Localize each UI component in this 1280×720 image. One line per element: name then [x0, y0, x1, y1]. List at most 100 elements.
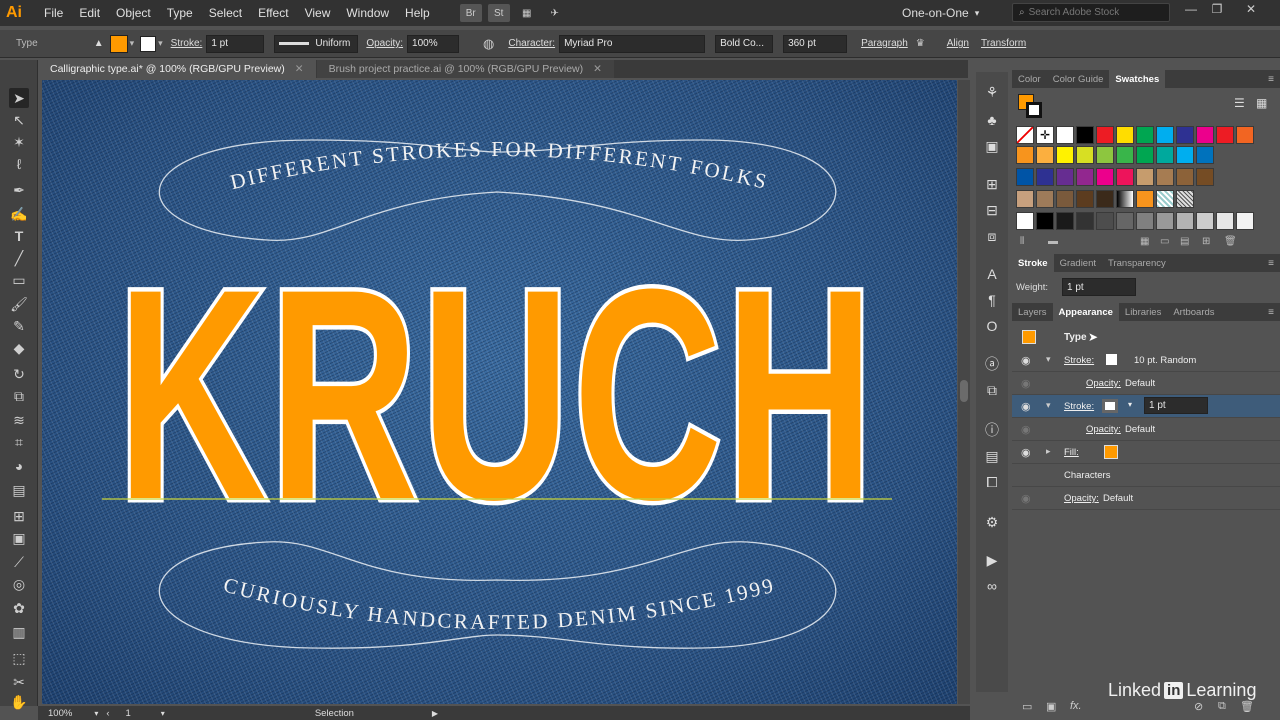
swatch[interactable]	[1116, 190, 1134, 208]
menu-help[interactable]: Help	[397, 6, 438, 20]
tab-transparency[interactable]: Transparency	[1102, 254, 1172, 272]
swatch[interactable]	[1056, 168, 1074, 186]
tab-stroke[interactable]: Stroke	[1012, 254, 1054, 272]
add-stroke-icon[interactable]: ▭	[1022, 700, 1032, 713]
tab-calligraphic-type[interactable]: Calligraphic type.ai* @ 100% (RGB/GPU Pr…	[38, 60, 316, 78]
line-tool-icon[interactable]: ╱	[9, 248, 29, 268]
shaper-tool-icon[interactable]: ✎	[9, 316, 29, 336]
rectangle-tool-icon[interactable]: ▭	[9, 270, 29, 290]
swatch[interactable]	[1156, 146, 1174, 164]
visibility-eye-icon[interactable]: ◉	[1021, 400, 1035, 413]
swatch[interactable]	[1136, 126, 1154, 144]
search-stock-field[interactable]: ⌕ Search Adobe Stock	[1012, 3, 1170, 22]
swatch[interactable]	[1096, 146, 1114, 164]
stroke-weight-field[interactable]: 1 pt	[206, 34, 265, 53]
swatch[interactable]	[1076, 126, 1094, 144]
chevron-down-icon[interactable]: ▾	[1046, 354, 1051, 365]
appearance-label[interactable]: Fill:	[1064, 447, 1079, 458]
prev-artboard-icon[interactable]: ‹	[106, 708, 109, 719]
width-tool-icon[interactable]: ≋	[9, 410, 29, 430]
selection-tool-icon[interactable]: ➤	[9, 88, 29, 108]
swatch[interactable]	[1136, 212, 1154, 230]
stroke-swatch-indicator[interactable]	[1026, 102, 1042, 118]
tab-color-guide[interactable]: Color Guide	[1047, 70, 1110, 88]
tab-brush-project[interactable]: Brush project practice.ai @ 100% (RGB/GP…	[316, 60, 614, 78]
close-icon[interactable]: ✕	[1240, 2, 1262, 20]
tab-libraries[interactable]: Libraries	[1119, 303, 1167, 321]
artboard-number[interactable]: 1	[126, 708, 131, 719]
appearance-row-stroke-2[interactable]: ◉ ▾ Stroke: ▾ 1 pt	[1012, 395, 1280, 418]
swatch[interactable]	[1076, 146, 1094, 164]
appearance-label[interactable]: Stroke:	[1064, 401, 1094, 412]
swatch[interactable]	[1216, 126, 1234, 144]
puppet-warp-icon[interactable]: ♛	[916, 38, 925, 49]
swatch[interactable]	[1056, 146, 1074, 164]
swatch[interactable]	[1176, 126, 1194, 144]
swatch[interactable]	[1136, 190, 1154, 208]
swatch[interactable]	[1036, 168, 1054, 186]
swatch[interactable]	[1176, 190, 1194, 208]
scale-tool-icon[interactable]: ⧉	[9, 386, 29, 406]
swatch[interactable]	[1016, 126, 1034, 144]
swatch[interactable]	[1196, 146, 1214, 164]
stroke-label[interactable]: Stroke:	[171, 38, 203, 49]
menu-effect[interactable]: Effect	[250, 6, 296, 20]
menu-window[interactable]: Window	[338, 6, 397, 20]
paragraph-label[interactable]: Paragraph	[861, 38, 908, 49]
actions-play-icon[interactable]: ▶	[982, 550, 1002, 570]
settings-icon[interactable]: ⚙	[982, 512, 1002, 532]
chevron-down-icon[interactable]: ▾	[130, 38, 135, 49]
trash-icon[interactable]: 🗑	[1240, 700, 1254, 713]
font-style-field[interactable]: Bold Co...	[715, 34, 774, 53]
chevron-down-icon[interactable]: ▾	[161, 709, 165, 718]
swatch[interactable]	[1116, 146, 1134, 164]
swatch[interactable]	[1076, 190, 1094, 208]
grid-view-icon[interactable]: ▦	[1256, 96, 1267, 110]
swatch[interactable]	[1216, 212, 1234, 230]
new-color-group-icon[interactable]: ▤	[1180, 236, 1189, 247]
visibility-eye-icon[interactable]: ◉	[1021, 377, 1035, 390]
swatch[interactable]	[1236, 212, 1254, 230]
opentype-icon[interactable]: O	[982, 316, 1002, 336]
swatch[interactable]	[1056, 126, 1074, 144]
swatch[interactable]	[1016, 212, 1034, 230]
font-family-field[interactable]: Myriad Pro	[559, 34, 706, 53]
tab-color[interactable]: Color	[1012, 70, 1047, 88]
opacity-field[interactable]: 100%	[407, 34, 460, 53]
direct-selection-tool-icon[interactable]: ↖	[9, 110, 29, 130]
swatch[interactable]	[1116, 126, 1134, 144]
swatch[interactable]	[1036, 212, 1054, 230]
close-icon[interactable]: ✕	[593, 63, 602, 75]
fill-swatch[interactable]	[109, 34, 128, 53]
swatch[interactable]	[1176, 212, 1194, 230]
swatch[interactable]	[1016, 146, 1034, 164]
asset-export-icon[interactable]: ⧉	[982, 380, 1002, 400]
swatch[interactable]	[1196, 126, 1214, 144]
appearance-label[interactable]: Opacity:	[1064, 493, 1099, 504]
swatch[interactable]	[1076, 212, 1094, 230]
appearance-row-opacity-1[interactable]: ◉ Opacity: Default	[1012, 372, 1280, 395]
arrange-documents-icon[interactable]: ▦	[516, 4, 538, 22]
swatch[interactable]	[1156, 126, 1174, 144]
swatch-options-icon[interactable]: ▭	[1160, 236, 1169, 247]
restore-icon[interactable]: ❐	[1206, 2, 1228, 20]
transform-panel-icon[interactable]: ⊟	[982, 200, 1002, 220]
appearance-row-opacity-2[interactable]: ◉ Opacity: Default	[1012, 418, 1280, 441]
list-view-icon[interactable]: ☰	[1234, 96, 1245, 110]
swatch[interactable]	[1236, 126, 1254, 144]
paragraph-panel-icon[interactable]: ¶	[982, 290, 1002, 310]
swatch[interactable]	[1116, 168, 1134, 186]
swatch[interactable]	[1116, 212, 1134, 230]
tab-appearance[interactable]: Appearance	[1052, 303, 1119, 321]
fill-color-swatch[interactable]	[1104, 445, 1118, 459]
play-icon[interactable]: ▶	[432, 709, 438, 718]
panel-menu-icon[interactable]: ≡	[1268, 74, 1274, 85]
bridge-icon[interactable]: Br	[459, 4, 482, 22]
swatch[interactable]	[1036, 146, 1054, 164]
tab-swatches[interactable]: Swatches	[1109, 70, 1166, 88]
type-tool-icon[interactable]: T	[9, 226, 29, 246]
swatch[interactable]	[1156, 190, 1174, 208]
add-effect-icon[interactable]: fx.	[1070, 700, 1082, 712]
chevron-down-icon[interactable]: ▾	[158, 38, 163, 49]
align-panel-icon[interactable]: ⊞	[982, 174, 1002, 194]
